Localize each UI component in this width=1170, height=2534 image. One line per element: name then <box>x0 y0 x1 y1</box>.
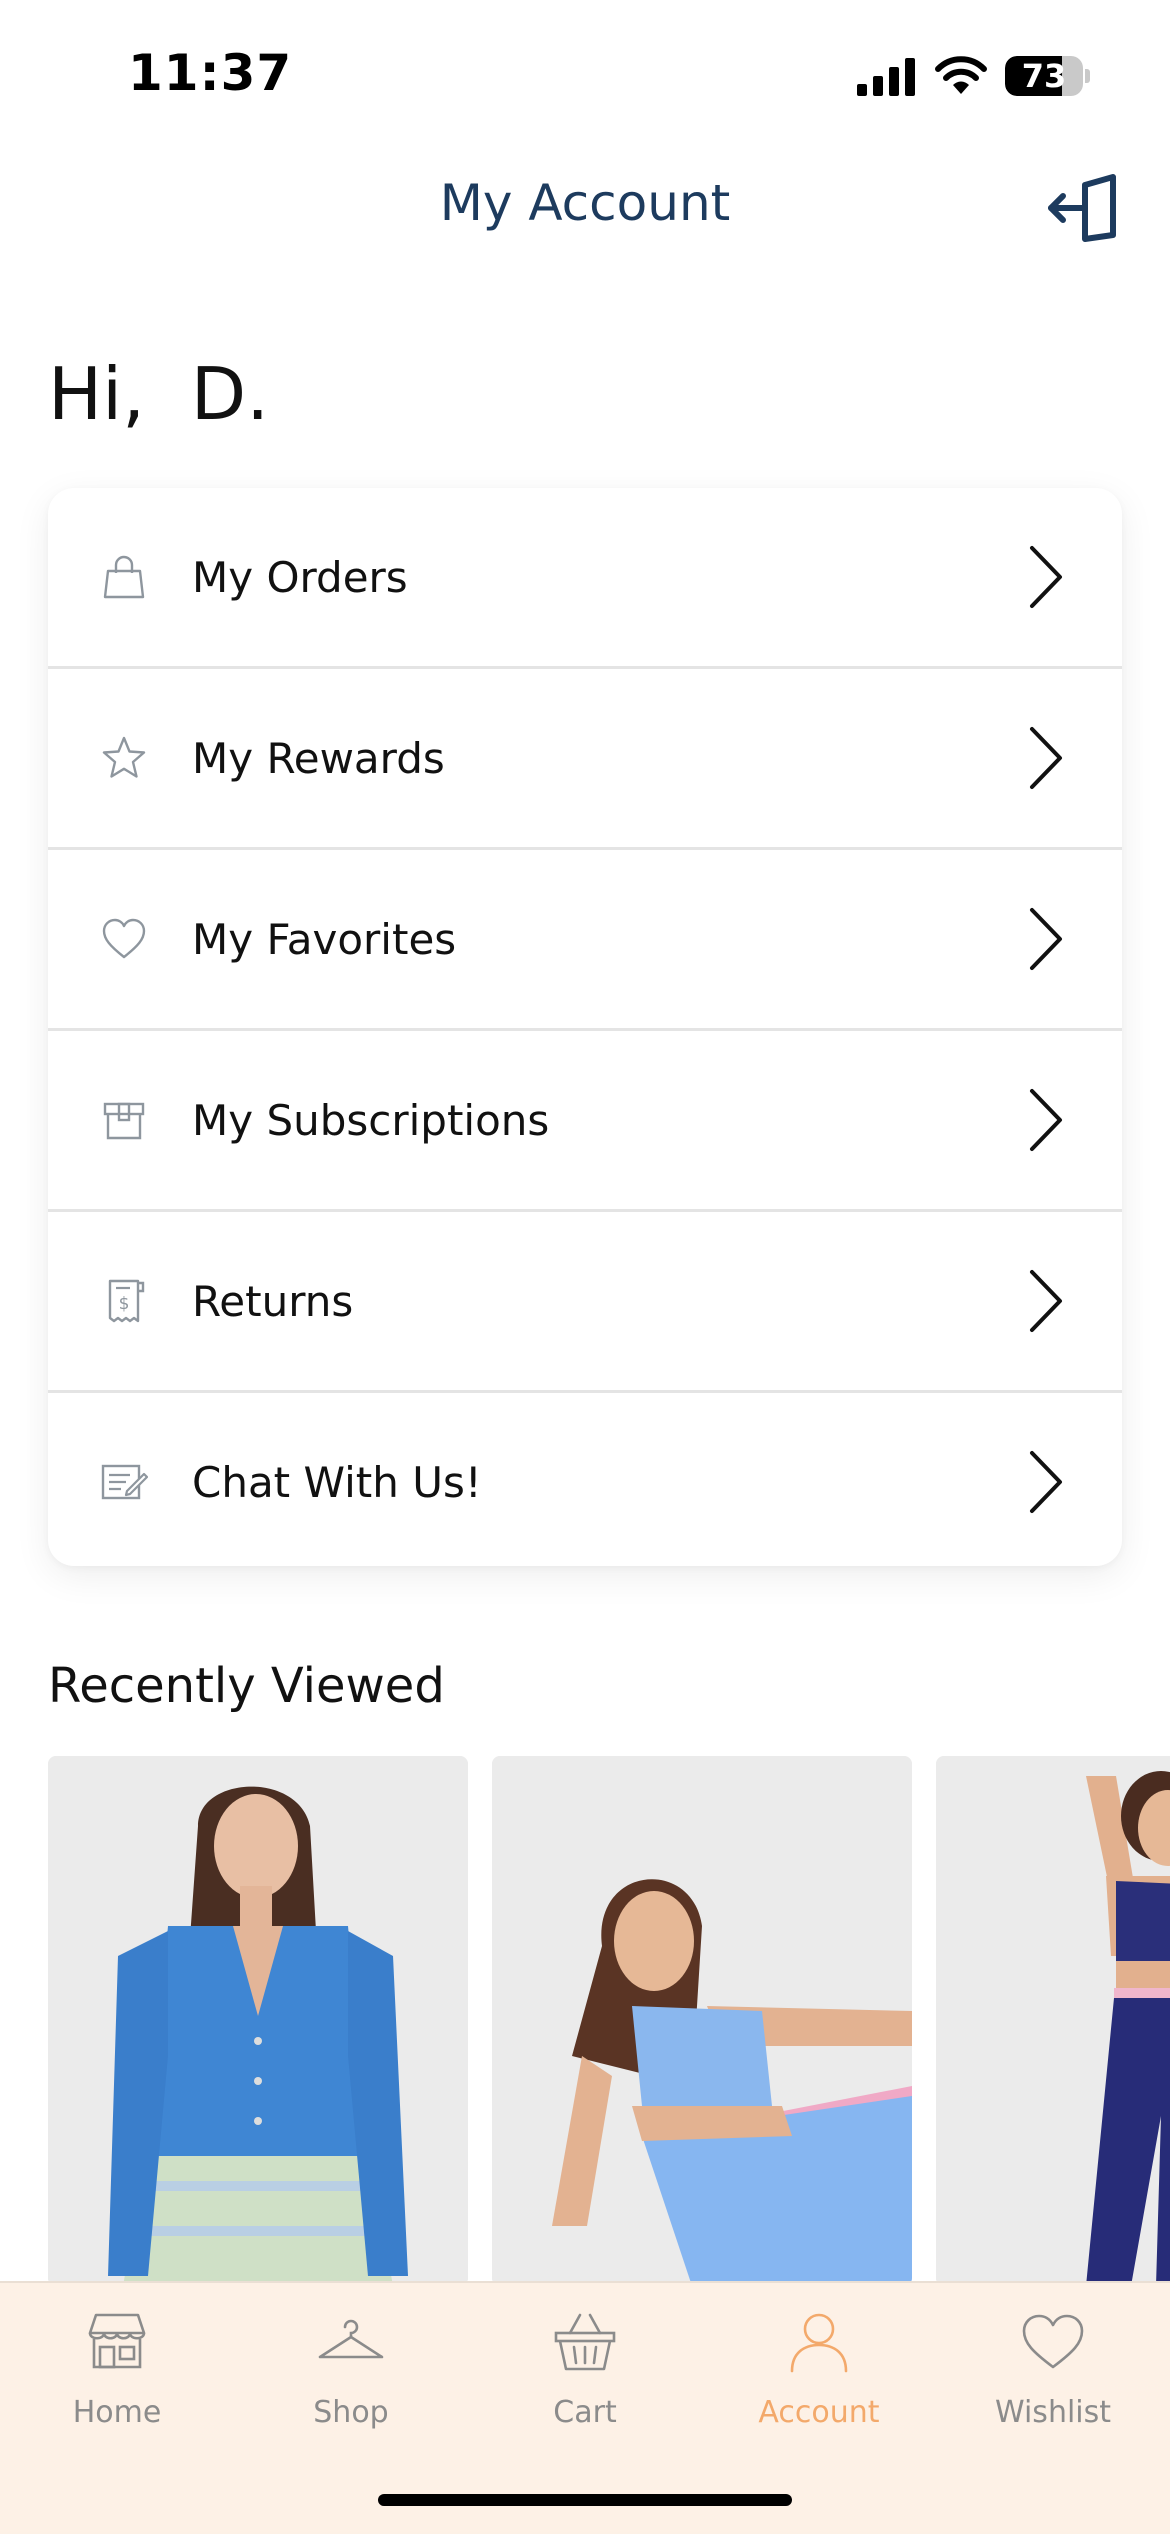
tab-label: Wishlist <box>994 2395 1112 2430</box>
heart-icon <box>102 918 146 959</box>
wifi-icon <box>935 56 987 94</box>
heart-icon <box>1022 2314 1084 2369</box>
chevron-right-icon <box>1030 1089 1062 1151</box>
tab-cart[interactable]: Cart <box>468 2307 702 2447</box>
menu-item-returns[interactable]: $ Returns <box>48 1212 1122 1393</box>
recently-viewed-carousel[interactable] <box>48 1756 1170 2286</box>
account-menu: My Orders My Rewards My Favorites My Sub… <box>48 488 1122 1566</box>
product-card-light-blue-activewear[interactable] <box>492 1756 912 2286</box>
menu-item-my-favorites[interactable]: My Favorites <box>48 850 1122 1031</box>
hanger-icon <box>318 2319 384 2359</box>
chevron-right-icon <box>1030 1451 1062 1513</box>
product-image <box>492 1756 912 2286</box>
menu-item-label: Returns <box>192 1276 354 1326</box>
battery-tip <box>1085 69 1090 83</box>
person-icon <box>790 2313 848 2373</box>
menu-item-label: My Favorites <box>192 914 457 964</box>
chat-form-icon <box>101 1464 148 1500</box>
tab-label: Shop <box>313 2395 389 2430</box>
home-indicator <box>378 2494 792 2506</box>
basket-icon <box>554 2313 616 2371</box>
recently-viewed-title: Recently Viewed <box>48 1658 445 1714</box>
menu-item-label: My Subscriptions <box>192 1095 550 1145</box>
tab-label: Home <box>72 2395 162 2430</box>
shopping-bag-icon <box>103 555 145 599</box>
product-image <box>48 1756 468 2286</box>
tab-shop[interactable]: Shop <box>234 2307 468 2447</box>
chevron-right-icon <box>1030 727 1062 789</box>
status-icons: 73 <box>857 56 1090 96</box>
box-icon <box>103 1102 145 1140</box>
tab-label: Cart <box>553 2395 617 2430</box>
tab-home[interactable]: Home <box>0 2307 234 2447</box>
chevron-right-icon <box>1030 1270 1062 1332</box>
greeting: Hi, D. <box>48 352 270 436</box>
star-icon <box>102 736 146 778</box>
product-image <box>936 1756 1170 2286</box>
logout-icon <box>1048 174 1116 242</box>
battery-level: 73 <box>1021 57 1067 95</box>
storefront-icon <box>88 2313 146 2369</box>
svg-text:$: $ <box>119 1294 130 1314</box>
status-bar: 11:37 73 <box>0 0 1170 150</box>
menu-item-label: My Orders <box>192 552 408 602</box>
page-title: My Account <box>439 174 731 232</box>
menu-item-my-subscriptions[interactable]: My Subscriptions <box>48 1031 1122 1212</box>
tab-wishlist[interactable]: Wishlist <box>936 2307 1170 2447</box>
battery-indicator: 73 <box>1005 56 1083 96</box>
chevron-right-icon <box>1030 546 1062 608</box>
chevron-right-icon <box>1030 908 1062 970</box>
menu-item-label: My Rewards <box>192 733 445 783</box>
product-card-navy-activewear[interactable] <box>936 1756 1170 2286</box>
menu-item-label: Chat With Us! <box>192 1457 482 1507</box>
cellular-signal-icon <box>857 58 915 96</box>
menu-item-my-rewards[interactable]: My Rewards <box>48 669 1122 850</box>
logout-button[interactable] <box>1042 168 1122 248</box>
tab-account[interactable]: Account <box>702 2307 936 2447</box>
product-card-blue-cardigan[interactable] <box>48 1756 468 2286</box>
tab-label: Account <box>758 2395 880 2430</box>
menu-item-chat-with-us[interactable]: Chat With Us! <box>48 1393 1122 1566</box>
menu-item-my-orders[interactable]: My Orders <box>48 488 1122 669</box>
nav-header: My Account <box>0 150 1170 270</box>
status-time: 11:37 <box>128 44 293 102</box>
receipt-icon: $ <box>108 1279 145 1323</box>
